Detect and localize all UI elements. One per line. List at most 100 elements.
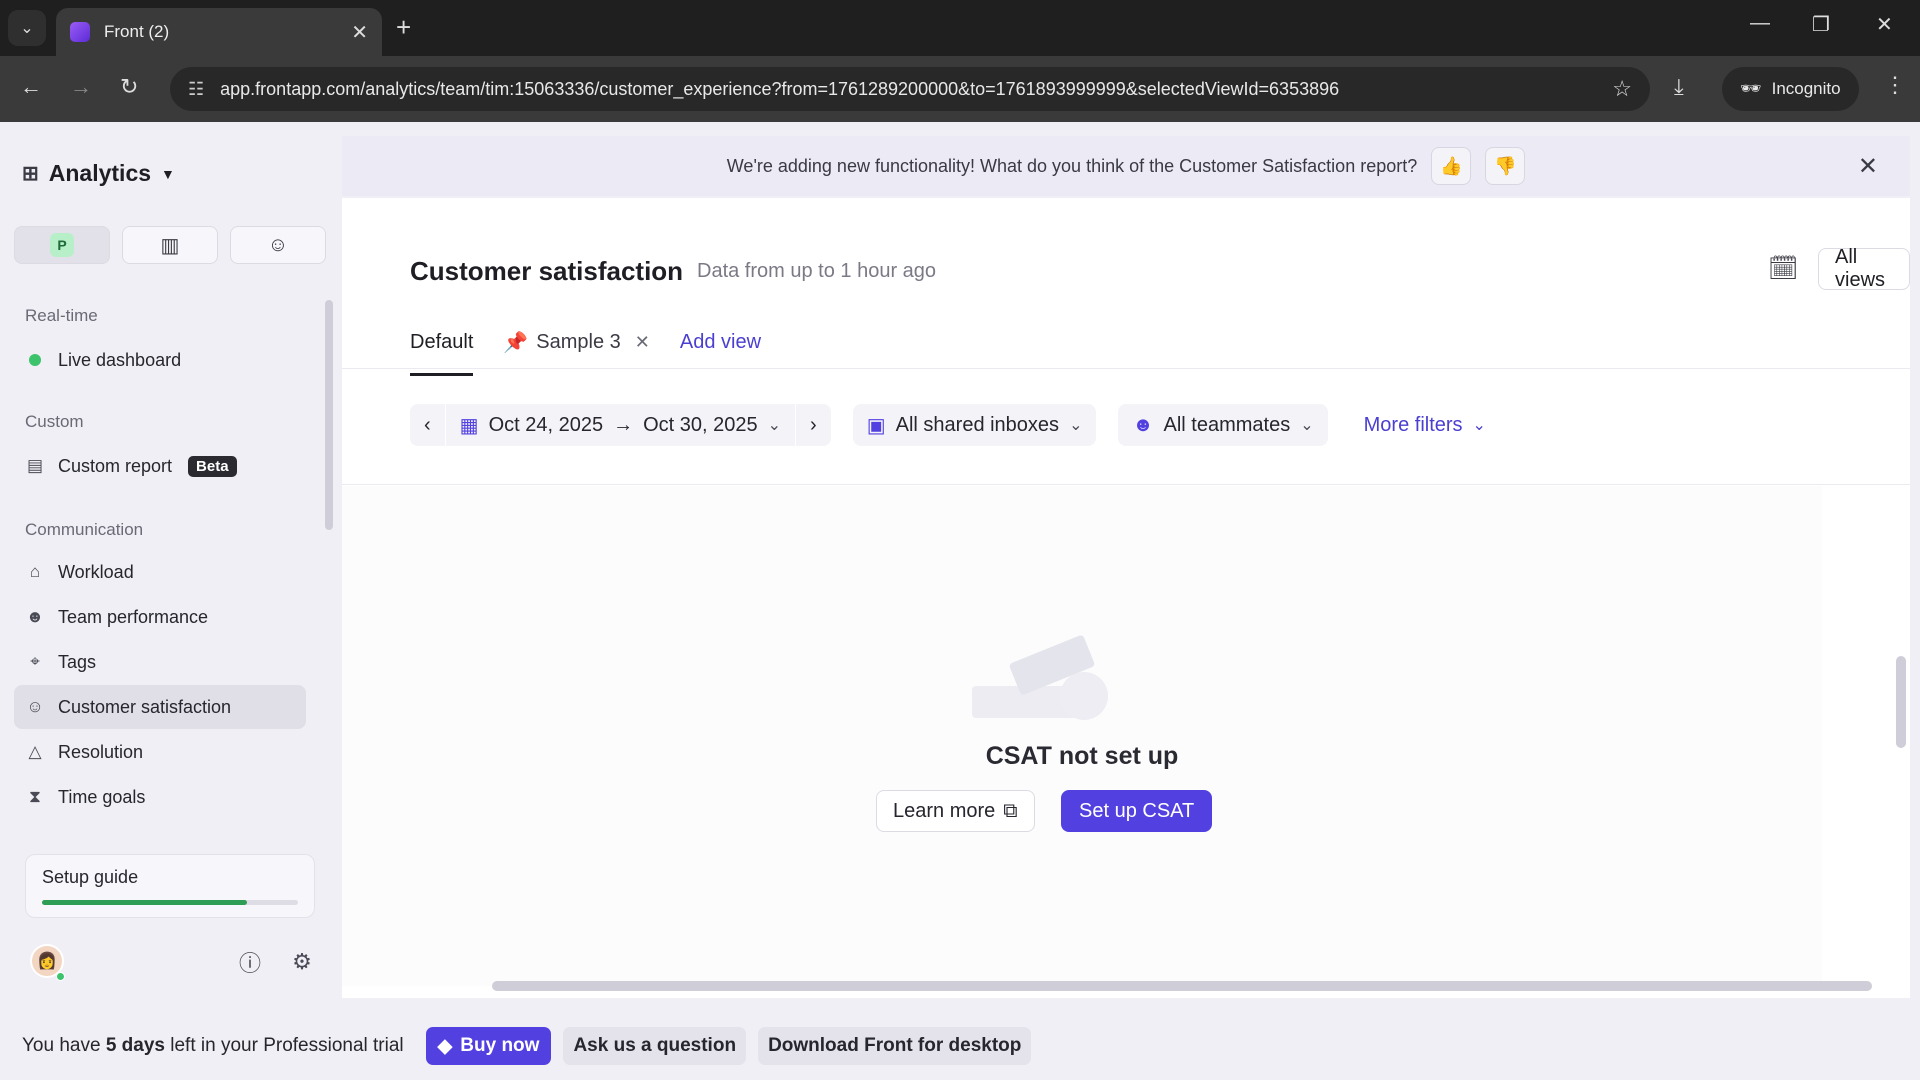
personal-badge: P	[50, 233, 74, 257]
sidebar-item-resolution[interactable]: △ Resolution	[14, 730, 306, 774]
help-icon[interactable]: ⓘ	[236, 948, 264, 976]
external-link-icon: ⧉	[1003, 799, 1018, 822]
sidebar-item-workload[interactable]: ⌂ Workload	[14, 550, 306, 594]
site-settings-icon[interactable]: ☷	[188, 79, 204, 100]
sidebar-item-label: Resolution	[58, 741, 144, 762]
section-communication: Communication	[25, 520, 144, 539]
teammate-filter[interactable]: ☻ All teammates ⌄	[1118, 404, 1328, 446]
section-custom: Custom	[25, 412, 84, 431]
buy-now-button[interactable]: ◆ Buy now	[425, 1027, 552, 1065]
reload-icon[interactable]: ↻	[120, 74, 138, 100]
date-from: Oct 24, 2025	[488, 413, 604, 436]
tab-search-chevron-icon[interactable]: ⌄	[8, 10, 46, 46]
thumbs-down-icon[interactable]: 👎	[1485, 147, 1526, 185]
section-realtime: Real-time	[25, 306, 98, 325]
divider	[342, 368, 1910, 369]
vertical-scrollbar[interactable]	[1896, 656, 1906, 748]
incognito-badge[interactable]: 🕶 Incognito	[1722, 67, 1859, 111]
arrow-right-icon: →	[613, 413, 634, 436]
inbox-filter[interactable]: ▣ All shared inboxes ⌄	[852, 404, 1097, 446]
setup-guide-card[interactable]: Setup guide	[25, 854, 315, 918]
more-filters-button[interactable]: More filters ⌄	[1350, 414, 1500, 437]
scope-user-tab[interactable]: ☺	[230, 226, 326, 264]
sidebar-item-team-performance[interactable]: ☻ Team performance	[14, 595, 306, 639]
trial-message: You have 5 days left in your Professiona…	[22, 1035, 404, 1057]
bookmark-star-icon[interactable]: ☆	[1612, 76, 1632, 102]
report-canvas: CSAT not set up Learn more ⧉ Set up CSAT	[342, 486, 1822, 986]
app-switcher[interactable]: ⊞ Analytics ▼	[22, 160, 175, 187]
browser-tabbar: ⌄ Front (2) ✕ + — ❐ ✕	[0, 0, 1920, 56]
all-views-button[interactable]: All views	[1818, 246, 1910, 291]
page-subtitle: Data from up to 1 hour ago	[697, 260, 937, 282]
window-close-icon[interactable]: ✕	[1876, 12, 1893, 37]
building-icon: ▥	[160, 234, 180, 257]
tab-label: Default	[410, 330, 474, 353]
empty-state-title: CSAT not set up	[985, 742, 1179, 770]
sidebar-item-time-goals[interactable]: ⧗ Time goals	[14, 775, 306, 819]
inbox-icon: ⌂	[29, 562, 41, 581]
inbox-filter-label: All shared inboxes	[895, 413, 1060, 436]
pin-icon: 📌	[503, 331, 529, 354]
sidebar-item-label: Customer satisfaction	[58, 696, 232, 717]
download-icon[interactable]: ⤓	[1674, 74, 1684, 100]
more-filters-label: More filters	[1363, 413, 1463, 436]
divider	[342, 484, 1910, 485]
scope-company-tab[interactable]: ▥	[122, 226, 218, 264]
url-text[interactable]: app.frontapp.com/analytics/team/tim:1506…	[220, 79, 1612, 100]
date-range-picker[interactable]: ▦ Oct 24, 2025 → Oct 30, 2025 ⌄	[445, 404, 796, 446]
user-icon: ☺	[267, 233, 289, 256]
sidebar-item-tags[interactable]: ⌖ Tags	[14, 640, 306, 684]
browser-tab[interactable]: Front (2) ✕	[56, 8, 382, 56]
banner-close-icon[interactable]: ✕	[1858, 152, 1878, 181]
tab-default[interactable]: Default	[410, 322, 474, 376]
tab-sample-3[interactable]: 📌 Sample 3 ✕	[503, 322, 650, 362]
gear-icon[interactable]: ⚙	[288, 948, 316, 976]
sidebar-item-customer-satisfaction[interactable]: ☺ Customer satisfaction	[14, 685, 306, 729]
browser-menu-icon[interactable]: ⋮	[1884, 72, 1906, 98]
thumbs-up-icon[interactable]: 👍	[1431, 147, 1472, 185]
download-desktop-button[interactable]: Download Front for desktop	[758, 1027, 1032, 1065]
grid-icon: ⊞	[22, 163, 39, 185]
add-view-link[interactable]: Add view	[680, 322, 761, 362]
ask-question-button[interactable]: Ask us a question	[563, 1027, 747, 1065]
trial-days: 5 days	[105, 1035, 165, 1056]
sidebar-item-label: Team performance	[58, 606, 209, 627]
back-arrow-icon[interactable]: ←	[20, 74, 42, 100]
next-period-button[interactable]: ›	[796, 404, 831, 446]
teammates-icon: ☻	[1132, 413, 1154, 436]
close-icon[interactable]: ✕	[635, 332, 650, 353]
forward-arrow-icon[interactable]: →	[70, 74, 92, 100]
scope-personal-tab[interactable]: P	[14, 226, 110, 264]
team-icon: ☻	[26, 607, 44, 626]
address-bar[interactable]: ☷ app.frontapp.com/analytics/team/tim:15…	[170, 67, 1650, 111]
feedback-banner-text: We're adding new functionality! What do …	[726, 155, 1418, 176]
chevron-down-icon: ⌄	[1472, 417, 1486, 434]
tab-close-icon[interactable]: ✕	[351, 20, 368, 45]
learn-more-label: Learn more	[893, 799, 996, 822]
chevron-right-icon: ›	[810, 413, 817, 436]
diamond-icon: ◆	[437, 1035, 453, 1057]
chevron-down-icon: ⌄	[1069, 417, 1083, 434]
presence-dot	[56, 972, 65, 981]
sidebar-item-custom-report[interactable]: ▤ Custom report Beta	[14, 444, 306, 488]
prev-period-button[interactable]: ‹	[410, 404, 445, 446]
restore-icon[interactable]: ❐	[1812, 12, 1830, 37]
minimize-icon[interactable]: —	[1750, 12, 1770, 35]
new-tab-plus-icon[interactable]: +	[396, 12, 411, 43]
date-to: Oct 30, 2025	[643, 413, 758, 436]
calendar-icon: ▦	[459, 414, 479, 437]
sidebar-scrollbar[interactable]	[325, 300, 333, 530]
learn-more-button[interactable]: Learn more ⧉	[876, 790, 1035, 832]
feedback-banner: We're adding new functionality! What do …	[342, 136, 1910, 196]
hourglass-icon: ⧗	[29, 787, 41, 806]
schedule-report-icon[interactable]: 🗓	[1768, 254, 1798, 283]
chevron-down-icon: ⌄	[1300, 417, 1314, 434]
incognito-icon: 🕶	[1740, 79, 1762, 98]
chevron-left-icon: ‹	[424, 413, 431, 436]
horizontal-scrollbar[interactable]	[492, 981, 1872, 991]
setup-csat-button[interactable]: Set up CSAT	[1061, 790, 1213, 832]
empty-state-illustration	[972, 635, 1108, 720]
chevron-down-icon: ▼	[161, 165, 175, 182]
sidebar-item-live-dashboard[interactable]: Live dashboard	[14, 338, 306, 382]
main-panel: Customer satisfaction Data from up to 1 …	[342, 198, 1910, 998]
